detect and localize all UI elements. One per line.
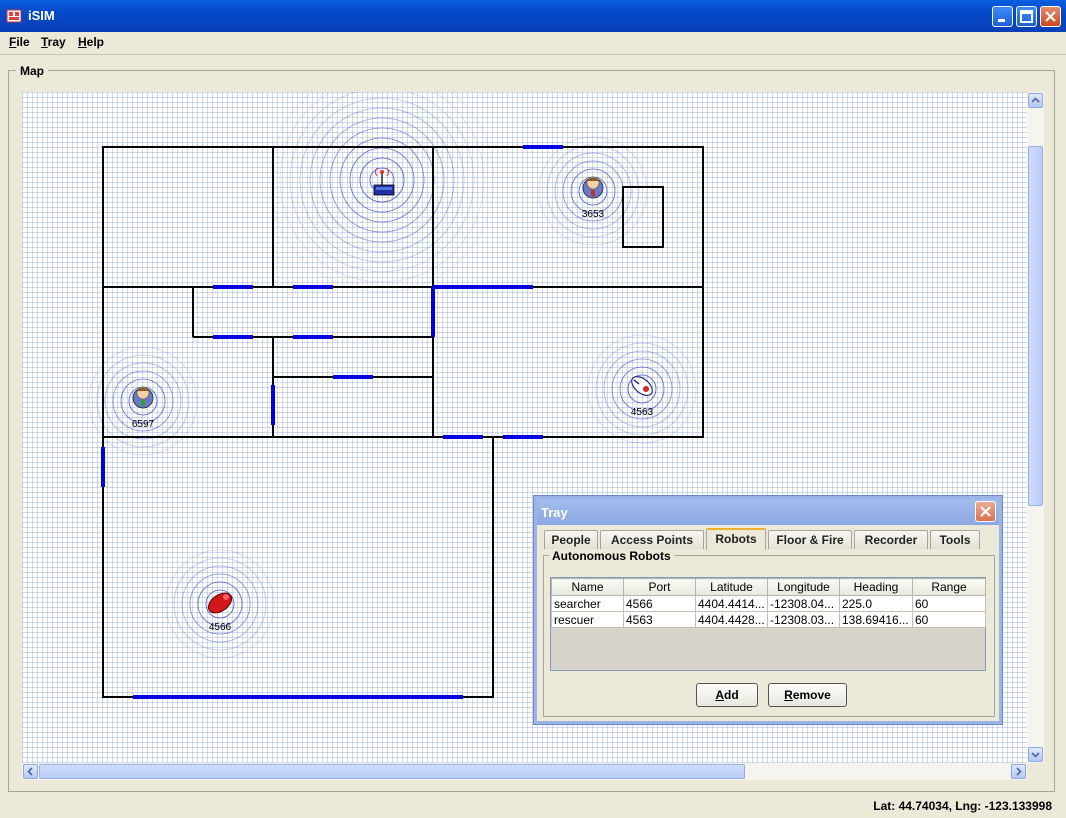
cell-heading[interactable]: 138.69416... bbox=[839, 611, 913, 628]
robot-4566-label: 4566 bbox=[209, 622, 232, 633]
column-header-heading[interactable]: Heading bbox=[839, 578, 913, 596]
cell-latitude[interactable]: 4404.4414... bbox=[695, 595, 768, 612]
column-header-range[interactable]: Range bbox=[912, 578, 986, 596]
tab-floor-fire[interactable]: Floor & Fire bbox=[768, 530, 852, 549]
person-3653-label: 3653 bbox=[582, 209, 605, 220]
cell-name[interactable]: rescuer bbox=[551, 611, 624, 628]
scroll-up-button[interactable] bbox=[1028, 93, 1043, 108]
menu-help-mnemonic: H bbox=[78, 35, 87, 49]
column-header-longitude[interactable]: Longitude bbox=[767, 578, 840, 596]
add-button-label: dd bbox=[724, 688, 739, 702]
vertical-scroll-thumb[interactable] bbox=[1028, 146, 1043, 506]
tray-title: Tray bbox=[541, 505, 568, 520]
scroll-right-button[interactable] bbox=[1011, 764, 1026, 779]
rescuer-robot-icon[interactable] bbox=[628, 373, 655, 399]
menu-file-label: ile bbox=[16, 35, 30, 49]
coordinate-readout: Lat: 44.74034, Lng: -123.133998 bbox=[873, 799, 1052, 813]
robots-table-container: Name Port Latitude Longitude Heading Ran… bbox=[550, 577, 986, 671]
chevron-left-icon bbox=[27, 767, 33, 776]
table-header-row: Name Port Latitude Longitude Heading Ran… bbox=[551, 578, 986, 596]
minimize-button[interactable] bbox=[992, 6, 1013, 27]
menu-tray-mnemonic: T bbox=[41, 35, 48, 49]
tab-recorder[interactable]: Recorder bbox=[854, 530, 928, 549]
cell-longitude[interactable]: -12308.04... bbox=[767, 595, 840, 612]
add-button[interactable]: Add bbox=[696, 683, 758, 707]
add-button-mnemonic: A bbox=[715, 688, 724, 702]
cell-range[interactable]: 60 bbox=[912, 611, 986, 628]
menu-help-label: elp bbox=[86, 35, 105, 49]
table-row[interactable]: searcher 4566 4404.4414... -12308.04... … bbox=[551, 595, 986, 612]
chevron-right-icon bbox=[1016, 767, 1022, 776]
tab-access-points[interactable]: Access Points bbox=[600, 530, 704, 549]
robots-table: Name Port Latitude Longitude Heading Ran… bbox=[551, 578, 986, 628]
person-icon[interactable] bbox=[582, 176, 604, 199]
cell-range[interactable]: 60 bbox=[912, 595, 986, 612]
menu-help[interactable]: Help bbox=[78, 35, 104, 49]
app-icon bbox=[6, 9, 22, 23]
column-header-latitude[interactable]: Latitude bbox=[695, 578, 768, 596]
menu-bar: File Tray Help bbox=[0, 32, 1066, 55]
app-window: iSIM File Tray Help Map 3653 6597 4563 4… bbox=[0, 0, 1066, 818]
cell-heading[interactable]: 225.0 bbox=[839, 595, 913, 612]
horizontal-scroll-thumb[interactable] bbox=[39, 764, 745, 779]
close-button[interactable] bbox=[1040, 6, 1061, 27]
menu-tray-label: ray bbox=[47, 35, 66, 49]
maximize-button[interactable] bbox=[1016, 6, 1037, 27]
menu-tray[interactable]: Tray bbox=[41, 35, 66, 49]
cell-latitude[interactable]: 4404.4428... bbox=[695, 611, 768, 628]
cell-port[interactable]: 4566 bbox=[623, 595, 696, 612]
group-label: Autonomous Robots bbox=[549, 549, 674, 563]
tab-robots[interactable]: Robots bbox=[706, 528, 766, 550]
person-6597-label: 6597 bbox=[132, 419, 155, 430]
scroll-left-button[interactable] bbox=[23, 764, 38, 779]
tab-people[interactable]: People bbox=[544, 530, 598, 549]
chevron-up-icon bbox=[1031, 97, 1040, 103]
column-header-name[interactable]: Name bbox=[551, 578, 624, 596]
column-header-port[interactable]: Port bbox=[623, 578, 696, 596]
remove-button-mnemonic: R bbox=[784, 688, 793, 702]
table-row[interactable]: rescuer 4563 4404.4428... -12308.03... 1… bbox=[551, 611, 986, 628]
map-horizontal-scrollbar[interactable] bbox=[22, 763, 1027, 780]
scroll-down-button[interactable] bbox=[1028, 747, 1043, 762]
tray-close-button[interactable] bbox=[975, 501, 996, 522]
person-icon[interactable] bbox=[132, 386, 154, 409]
cell-name[interactable]: searcher bbox=[551, 595, 624, 612]
cell-port[interactable]: 4563 bbox=[623, 611, 696, 628]
remove-button[interactable]: Remove bbox=[768, 683, 847, 707]
menu-file[interactable]: File bbox=[9, 35, 30, 49]
window-title: iSIM bbox=[28, 8, 55, 23]
minimize-icon bbox=[998, 19, 1005, 22]
maximize-icon bbox=[1020, 10, 1033, 23]
map-panel-label: Map bbox=[16, 64, 48, 78]
tab-tools[interactable]: Tools bbox=[930, 530, 980, 549]
map-vertical-scrollbar[interactable] bbox=[1027, 92, 1044, 763]
cell-longitude[interactable]: -12308.03... bbox=[767, 611, 840, 628]
chevron-down-icon bbox=[1031, 752, 1040, 758]
tray-title-bar[interactable]: Tray bbox=[537, 499, 999, 525]
title-bar[interactable]: iSIM bbox=[0, 0, 1066, 32]
remove-button-label: emove bbox=[792, 688, 831, 702]
close-icon bbox=[980, 506, 991, 517]
close-icon bbox=[1045, 11, 1056, 22]
robot-4563-label: 4563 bbox=[631, 407, 654, 418]
tray-window: Tray People Access Points Robots Floor &… bbox=[534, 496, 1002, 724]
